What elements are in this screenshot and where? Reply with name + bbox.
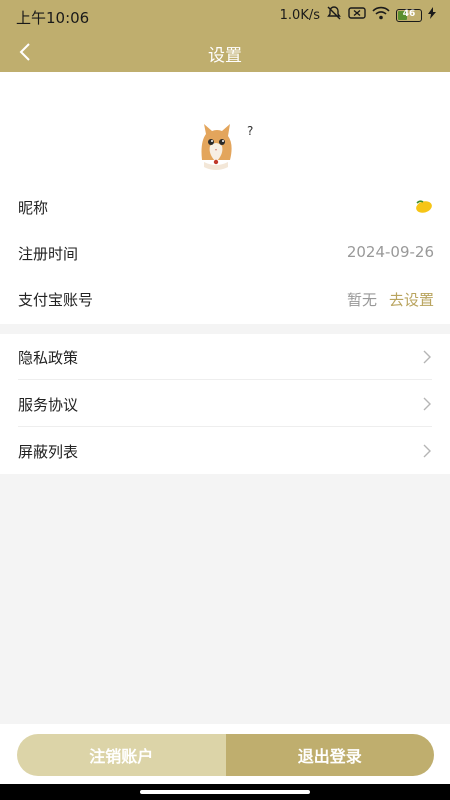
service-agreement-label: 服务协议 (18, 396, 79, 414)
divider (18, 426, 432, 427)
cancel-account-button[interactable]: 注销账户 (17, 734, 226, 776)
row-register-time: 注册时间 2024-09-26 (0, 230, 450, 276)
profile-card: ? 昵称 注册时间 2024-09-26 支付宝账号 暂无 去设置 (0, 72, 450, 324)
chevron-right-icon (423, 444, 431, 458)
chevron-right-icon (423, 350, 431, 364)
chevron-right-icon (423, 397, 431, 411)
status-icons: 1.0K/s 46 (280, 6, 436, 24)
cat-avatar-icon (190, 118, 242, 170)
status-bar: 上午10:06 1.0K/s 46 (0, 0, 450, 32)
network-speed: 1.0K/s (279, 7, 320, 23)
status-time: 上午10:06 (16, 9, 90, 27)
charging-icon (428, 7, 436, 23)
battery-icon: 46 (396, 8, 422, 22)
alipay-set-link[interactable]: 去设置 (389, 291, 434, 309)
links-card: 隐私政策 服务协议 屏蔽列表 (0, 334, 450, 474)
system-nav-bar (0, 784, 450, 800)
logout-button[interactable]: 退出登录 (225, 734, 434, 776)
service-agreement-row[interactable]: 服务协议 (0, 381, 450, 427)
page-title: 设置 (208, 46, 242, 66)
privacy-policy-label: 隐私政策 (18, 349, 79, 367)
action-buttons: 注销账户 退出登录 (17, 734, 434, 776)
bottom-action-bar: 注销账户 退出登录 (0, 724, 450, 784)
nickname-label: 昵称 (18, 199, 49, 217)
battery-level: 46 (402, 8, 416, 19)
alipay-label: 支付宝账号 (18, 291, 94, 309)
lemon-emoji-icon (414, 198, 434, 218)
privacy-policy-row[interactable]: 隐私政策 (0, 334, 450, 380)
register-time-value: 2024-09-26 (346, 243, 434, 261)
register-time-label: 注册时间 (18, 245, 79, 263)
nav-bar: 设置 (0, 32, 450, 72)
alipay-value: 暂无 (346, 291, 377, 309)
avatar-badge: ? (247, 124, 254, 138)
avatar[interactable] (190, 118, 242, 170)
app-header: 上午10:06 1.0K/s 46 设置 (0, 0, 450, 72)
no-sim-icon (348, 7, 366, 23)
wifi-icon (372, 6, 390, 24)
row-nickname[interactable]: 昵称 (0, 184, 450, 230)
alipay-value-group: 暂无 去设置 (347, 289, 434, 310)
home-indicator[interactable] (140, 790, 310, 794)
mute-icon (326, 6, 342, 24)
block-list-label: 屏蔽列表 (18, 443, 79, 461)
block-list-row[interactable]: 屏蔽列表 (0, 428, 450, 474)
divider (18, 379, 432, 380)
row-alipay: 支付宝账号 暂无 去设置 (0, 276, 450, 322)
